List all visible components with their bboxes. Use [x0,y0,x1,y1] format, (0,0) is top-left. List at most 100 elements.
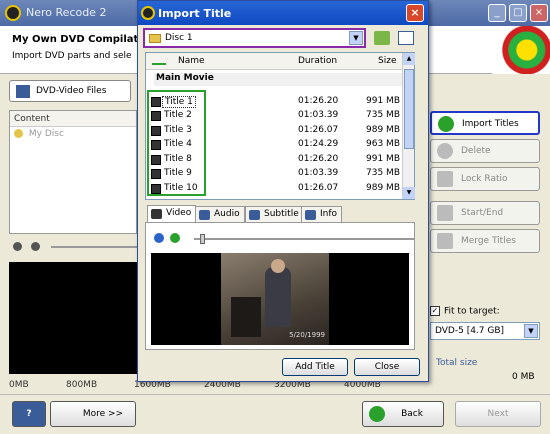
video-seek-track[interactable] [194,238,414,240]
next-button[interactable]: Next [455,401,541,427]
content-item-my-disc[interactable]: My Disc [10,127,136,141]
disc-select[interactable]: Disc 1 ▼ [143,28,366,48]
fit-to-target-checkbox[interactable]: ✓ [430,306,440,316]
delete-icon [437,143,453,159]
lock-ratio-label: Lock Ratio [461,174,508,184]
main-window-title: Nero Recode 2 [26,6,107,19]
start-end-button[interactable]: Start/End [430,201,540,225]
list-header: Name Duration Size [146,53,404,70]
list-scrollbar[interactable]: ▲ ▼ [402,53,415,199]
page-subtitle: Import DVD parts and sele [12,51,132,61]
title-size: 735 MB [366,110,400,120]
seek-track[interactable] [51,246,137,248]
next-label: Next [487,409,509,419]
audio-icon [199,210,210,220]
title-duration: 01:03.39 [298,110,339,120]
column-size[interactable]: Size [378,56,396,66]
add-icon [438,116,454,132]
merge-titles-button[interactable]: Merge Titles [430,229,540,253]
scroll-up-icon[interactable]: ▲ [403,53,415,65]
title-size: 963 MB [366,139,400,149]
title-duration: 01:24.29 [298,139,339,149]
title-duration: 01:03.39 [298,168,339,178]
main-close-button[interactable]: × [530,4,548,22]
import-titles-button[interactable]: Import Titles [430,111,540,135]
close-button[interactable]: Close [354,358,420,376]
title-size: 991 MB [366,96,400,106]
view-menu-icon[interactable] [398,31,414,45]
title-size: 735 MB [366,168,400,178]
merge-icon [437,233,453,249]
delete-label: Delete [461,146,491,156]
dialog-close-icon[interactable]: × [406,4,424,22]
minimize-button[interactable]: _ [488,4,506,22]
chevron-down-icon[interactable]: ▼ [349,31,363,45]
start-end-label: Start/End [461,208,504,218]
merge-titles-label: Merge Titles [461,236,516,246]
help-button[interactable]: ? [12,401,46,427]
video-frame: 5/20/1999 [221,253,329,345]
column-duration[interactable]: Duration [298,56,337,66]
stop-icon[interactable] [31,242,40,251]
video-preview: 5/20/1999 [151,253,409,345]
up-folder-icon[interactable] [374,31,390,45]
scroll-down-icon[interactable]: ▼ [403,187,415,199]
tab-audio[interactable]: Audio [195,206,245,222]
scale-label: 800MB [66,380,98,390]
back-icon [369,406,385,422]
total-size-label: Total size [436,358,478,368]
tab-label: Subtitle [264,209,299,219]
video-seek-thumb[interactable] [200,234,205,244]
tab-label: Audio [214,209,240,219]
back-arrow-icon[interactable] [152,57,166,65]
more-button[interactable]: More >> [50,401,136,427]
tab-label: Video [166,208,192,218]
more-label: More >> [82,409,124,419]
disc-icon [14,129,23,138]
import-title-dialog: Import Title × Disc 1 ▼ Name Duration Si… [137,0,429,382]
title-duration: 01:26.07 [298,183,339,193]
fit-to-target-label: Fit to target: [444,306,500,317]
tab-subtitle[interactable]: Subtitle [245,206,304,222]
content-tree[interactable]: Content My Disc [9,110,137,234]
play-icon[interactable] [13,242,22,251]
video-timestamp: 5/20/1999 [289,331,325,339]
title-highlight-box [147,90,206,196]
column-name[interactable]: Name [178,56,205,66]
tab-video[interactable]: Video [147,205,197,222]
section-main-movie: Main Movie [154,73,404,86]
film-icon [151,209,162,219]
dialog-title: Import Title [158,7,232,20]
add-title-button[interactable]: Add Title [282,358,348,376]
nero-logo-icon [5,5,21,21]
maximize-button[interactable]: □ [509,4,527,22]
forward-icon[interactable] [170,233,180,243]
chevron-down-icon[interactable]: ▼ [524,324,538,338]
start-end-icon [437,205,453,221]
tab-info[interactable]: Info [301,206,343,222]
dvd-video-files-label: DVD-Video Files [36,86,107,96]
back-button[interactable]: Back [362,401,444,427]
dvd-video-files-button[interactable]: DVD-Video Files [9,80,131,102]
scale-label: 0MB [9,380,29,390]
target-select-value: DVD-5 [4.7 GB] [435,326,505,336]
dialog-title-bar: Import Title [138,1,428,25]
play-icon[interactable] [154,233,164,243]
fit-to-target[interactable]: ✓ Fit to target: [430,306,500,317]
lock-icon [437,171,453,187]
target-select[interactable]: DVD-5 [4.7 GB] ▼ [430,322,540,340]
title-size: 989 MB [366,183,400,193]
title-duration: 01:26.07 [298,125,339,135]
title-duration: 01:26.20 [298,96,339,106]
title-size: 991 MB [366,154,400,164]
lock-ratio-button[interactable]: Lock Ratio [430,167,540,191]
folder-icon [149,34,161,43]
delete-button[interactable]: Delete [430,139,540,163]
video-controls [154,233,414,245]
video-panel: 5/20/1999 [145,222,415,350]
preview-area [9,262,137,374]
scroll-thumb[interactable] [404,69,414,149]
media-controls [9,240,137,254]
tab-label: Info [320,209,338,219]
nero-brand-logo [492,26,550,74]
